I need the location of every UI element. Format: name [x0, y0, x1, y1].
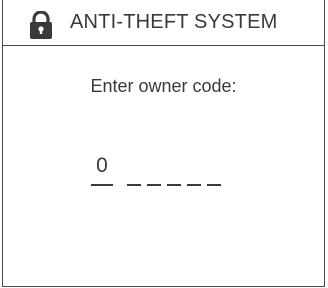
page-title: ANTI-THEFT SYSTEM	[70, 11, 278, 33]
code-slot-1	[91, 184, 113, 186]
lock-icon	[30, 11, 52, 39]
code-slot-3	[147, 184, 161, 186]
anti-theft-panel: ANTI-THEFT SYSTEM Enter owner code: 0	[2, 0, 325, 287]
code-prompt: Enter owner code:	[90, 76, 237, 96]
code-slot-2	[127, 184, 141, 186]
code-slot-6	[207, 184, 221, 186]
code-slot-5	[187, 184, 201, 186]
header-bar: ANTI-THEFT SYSTEM	[3, 0, 324, 46]
code-digit-1: 0	[96, 154, 108, 177]
code-slot-4	[167, 184, 181, 186]
